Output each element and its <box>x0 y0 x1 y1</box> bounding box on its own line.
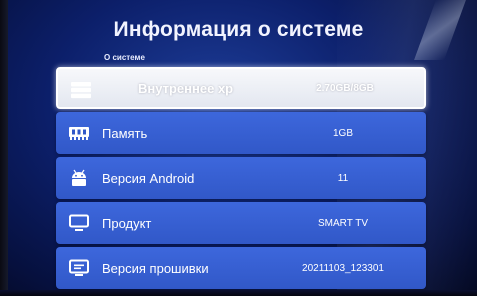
row-value: 20211103_123301 <box>302 262 384 274</box>
android-icon <box>68 168 90 188</box>
page-title: Информация о системе <box>113 18 364 41</box>
row-label: Версия прошивки <box>102 260 209 276</box>
row-android-version[interactable]: Версия Android 11 <box>56 157 426 199</box>
monitor-icon <box>68 213 90 233</box>
row-internal-storage[interactable]: Внутреннее хр 2.70GB/8GB <box>56 67 426 109</box>
memory-chip-icon <box>68 123 90 143</box>
row-firmware-version[interactable]: Версия прошивки 20211103_123301 <box>56 247 426 289</box>
firmware-icon <box>68 258 90 278</box>
storage-icon <box>70 80 92 100</box>
row-value: 11 <box>337 172 349 184</box>
row-memory[interactable]: Память 1GB <box>56 112 426 154</box>
row-value: 2.70GB/8GB <box>316 82 374 94</box>
screen-bezel <box>0 0 8 296</box>
row-value: 1GB <box>332 127 353 139</box>
row-product[interactable]: Продукт SMART TV <box>56 202 426 244</box>
row-value: SMART TV <box>317 217 368 229</box>
section-label: О системе <box>104 53 145 62</box>
row-label: Версия Android <box>102 170 195 186</box>
row-label: Внутреннее хр <box>138 80 234 96</box>
row-label: Память <box>102 125 148 141</box>
screen-bezel-bottom <box>0 290 477 296</box>
row-label: Продукт <box>102 215 152 231</box>
